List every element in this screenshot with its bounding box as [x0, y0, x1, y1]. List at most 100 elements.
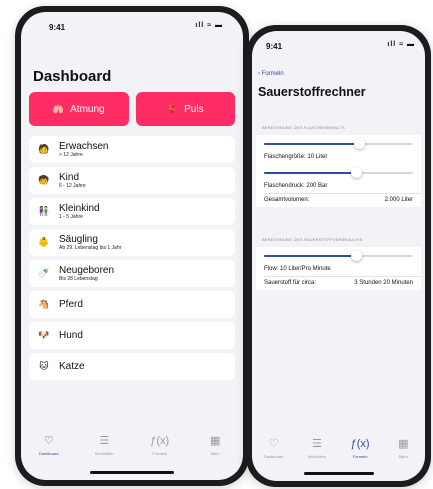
grid-icon: ▦: [398, 438, 409, 450]
bottle-pressure-slider[interactable]: [256, 164, 421, 180]
list-item-katze[interactable]: 🐱 Katze: [29, 353, 235, 380]
atmung-button[interactable]: 🫁 Atmung: [29, 92, 129, 126]
list-item-sub: 6 - 12 Jahre: [59, 182, 86, 189]
slider-thumb[interactable]: [350, 250, 362, 261]
list-item-pferd[interactable]: 🐴 Pferd: [29, 291, 235, 318]
baby-icon: 👶: [38, 237, 50, 247]
calculator-screen: 9:41 ıll ≈ ▬ ‹ Formeln Sauerstoffrechner…: [252, 31, 425, 481]
slider-thumb[interactable]: [353, 138, 365, 149]
duration-label: Sauerstoff für circa:: [264, 280, 316, 286]
back-button[interactable]: ‹ Formeln: [258, 71, 284, 77]
list-item-sub: 1 - 5 Jahre: [59, 213, 83, 220]
list-item-sub: Ab 29. Lebenstag bis 1 Jahr: [59, 244, 122, 251]
list-item-kind[interactable]: 🧒 Kind 6 - 12 Jahre: [29, 167, 235, 194]
duration-value: 3 Stunden 20 Minuten: [354, 280, 413, 286]
list-item-saeugling[interactable]: 👶 Säugling Ab 29. Lebenstag bis 1 Jahr: [29, 229, 235, 256]
list-icon: ☰: [99, 435, 110, 447]
cat-icon: 🐱: [39, 361, 49, 371]
card-verbrauch: Flow: 10 Liter/Pro Minute Sauerstoff für…: [256, 247, 421, 290]
newborn-icon: 🍼: [38, 268, 50, 278]
puls-button[interactable]: 🫀 Puls: [135, 92, 235, 126]
duration-row: Sauerstoff für circa: 3 Stunden 20 Minut…: [256, 277, 421, 290]
tab-label: Mehr: [398, 454, 408, 459]
tab-dashboard[interactable]: ♡ Dashboard: [252, 437, 295, 469]
list-item-sub: > 12 Jahre: [59, 151, 83, 158]
horse-icon: 🐴: [38, 299, 50, 309]
list-item-neugeboren[interactable]: 🍼 Neugeboren Bis 28 Lebenstag: [29, 260, 235, 287]
list-item-label: Säugling: [59, 233, 98, 245]
list-item-label: Kind: [59, 171, 80, 183]
list-item-label: Hund: [59, 329, 83, 341]
back-label: Formeln: [261, 71, 284, 77]
page-title: Dashboard: [33, 68, 112, 85]
tab-label: Dashboard: [263, 454, 284, 459]
tab-formeln[interactable]: ƒ(x) Formeln: [339, 437, 382, 469]
tab-dashboard[interactable]: ♡ Dashboard: [21, 434, 77, 466]
puls-label: Puls: [184, 103, 204, 115]
slider-fill: [264, 143, 360, 145]
card-flascheninhalt: Flaschengröße: 10 Liter Flaschendruck: 2…: [256, 135, 421, 207]
list-item-label: Katze: [59, 360, 85, 372]
tab-bar: ♡ Dashboard ☰ Merkhilfen ƒ(x) Formeln ▦ …: [21, 434, 243, 466]
tab-formeln[interactable]: ƒ(x) Formeln: [132, 434, 188, 466]
flow-slider[interactable]: [256, 247, 421, 263]
tab-label: Mehr: [210, 451, 220, 456]
section-header-inhalt: BERECHNUNG DES FLASCHENINHALTS: [262, 125, 345, 130]
heart-icon: 🫀: [166, 103, 179, 114]
bottle-size-label: Flaschengröße: 10 Liter: [264, 154, 328, 160]
slider-fill: [264, 255, 357, 257]
slider-thumb[interactable]: [350, 167, 362, 178]
list-item-hund[interactable]: 🐶 Hund: [29, 322, 235, 349]
list-item-label: Kleinkind: [59, 202, 100, 214]
dashboard-screen: 9:41 ıll ≈ ▬ Dashboard 🫁 Atmung 🫀 Puls 🧑…: [21, 12, 243, 480]
bottle-size-slider[interactable]: [256, 135, 421, 151]
lungs-icon: 🫁: [52, 103, 65, 114]
dog-icon: 🐶: [38, 330, 50, 340]
atmung-label: Atmung: [70, 103, 105, 115]
bottle-pressure-label: Flaschendruck: 200 Bar: [264, 183, 328, 189]
list-item-kleinkind[interactable]: 👫 Kleinkind 1 - 5 Jahre: [29, 198, 235, 225]
list-icon: ☰: [311, 438, 322, 450]
adult-icon: 🧑: [38, 144, 50, 154]
status-bar: 9:41 ıll ≈ ▬: [21, 22, 243, 38]
tab-mehr[interactable]: ▦ Mehr: [188, 434, 244, 466]
home-indicator: [90, 471, 174, 474]
list-item-label: Pferd: [59, 298, 83, 310]
child-icon: 🧒: [38, 175, 50, 185]
tab-label: Dashboard: [38, 451, 59, 456]
toddler-icon: 👫: [38, 206, 50, 216]
function-icon: ƒ(x): [350, 438, 370, 450]
status-bar: 9:41 ıll ≈ ▬: [252, 41, 425, 57]
stethoscope-icon: ♡: [43, 435, 54, 447]
list-item-erwachsen[interactable]: 🧑 Erwachsen > 12 Jahre: [29, 136, 235, 163]
tab-label: Formeln: [152, 451, 168, 456]
tab-label: Merkhilfen: [307, 454, 327, 459]
grid-icon: ▦: [210, 435, 221, 447]
status-icons: ıll ≈ ▬: [387, 41, 415, 48]
flow-label: Flow: 10 Liter/Pro Minute: [264, 266, 331, 272]
stethoscope-icon: ♡: [268, 438, 279, 450]
home-indicator: [303, 472, 374, 475]
tab-merkhilfen[interactable]: ☰ Merkhilfen: [77, 434, 133, 466]
page-title: Sauerstoffrechner: [258, 85, 366, 99]
total-volume-row: Gesamtvolumen: 2.000 Liter: [256, 194, 421, 207]
tab-label: Merkhilfen: [95, 451, 114, 456]
total-volume-label: Gesamtvolumen:: [264, 197, 310, 203]
tab-label: Formeln: [352, 454, 368, 459]
status-icons: ıll ≈ ▬: [195, 22, 223, 29]
tab-mehr[interactable]: ▦ Mehr: [382, 437, 425, 469]
quick-buttons: 🫁 Atmung 🫀 Puls: [29, 92, 235, 126]
phone-dashboard: 9:41 ıll ≈ ▬ Dashboard 🫁 Atmung 🫀 Puls 🧑…: [15, 6, 249, 486]
section-header-verbrauch: BERECHNUNG DES SAUERSTOFFVERBRAUCHS: [262, 237, 363, 242]
list-item-label: Neugeboren: [59, 264, 115, 276]
tab-bar: ♡ Dashboard ☰ Merkhilfen ƒ(x) Formeln ▦ …: [252, 437, 425, 469]
tab-merkhilfen[interactable]: ☰ Merkhilfen: [295, 437, 338, 469]
function-icon: ƒ(x): [150, 435, 170, 447]
status-time: 9:41: [49, 23, 66, 32]
list-item-label: Erwachsen: [59, 140, 109, 152]
slider-fill: [264, 172, 357, 174]
phone-oxygen-calculator: 9:41 ıll ≈ ▬ ‹ Formeln Sauerstoffrechner…: [246, 25, 431, 487]
total-volume-value: 2.000 Liter: [384, 197, 413, 203]
list-item-sub: Bis 28 Lebenstag: [59, 275, 98, 282]
category-list: 🧑 Erwachsen > 12 Jahre 🧒 Kind 6 - 12 Jahre…: [29, 136, 235, 384]
